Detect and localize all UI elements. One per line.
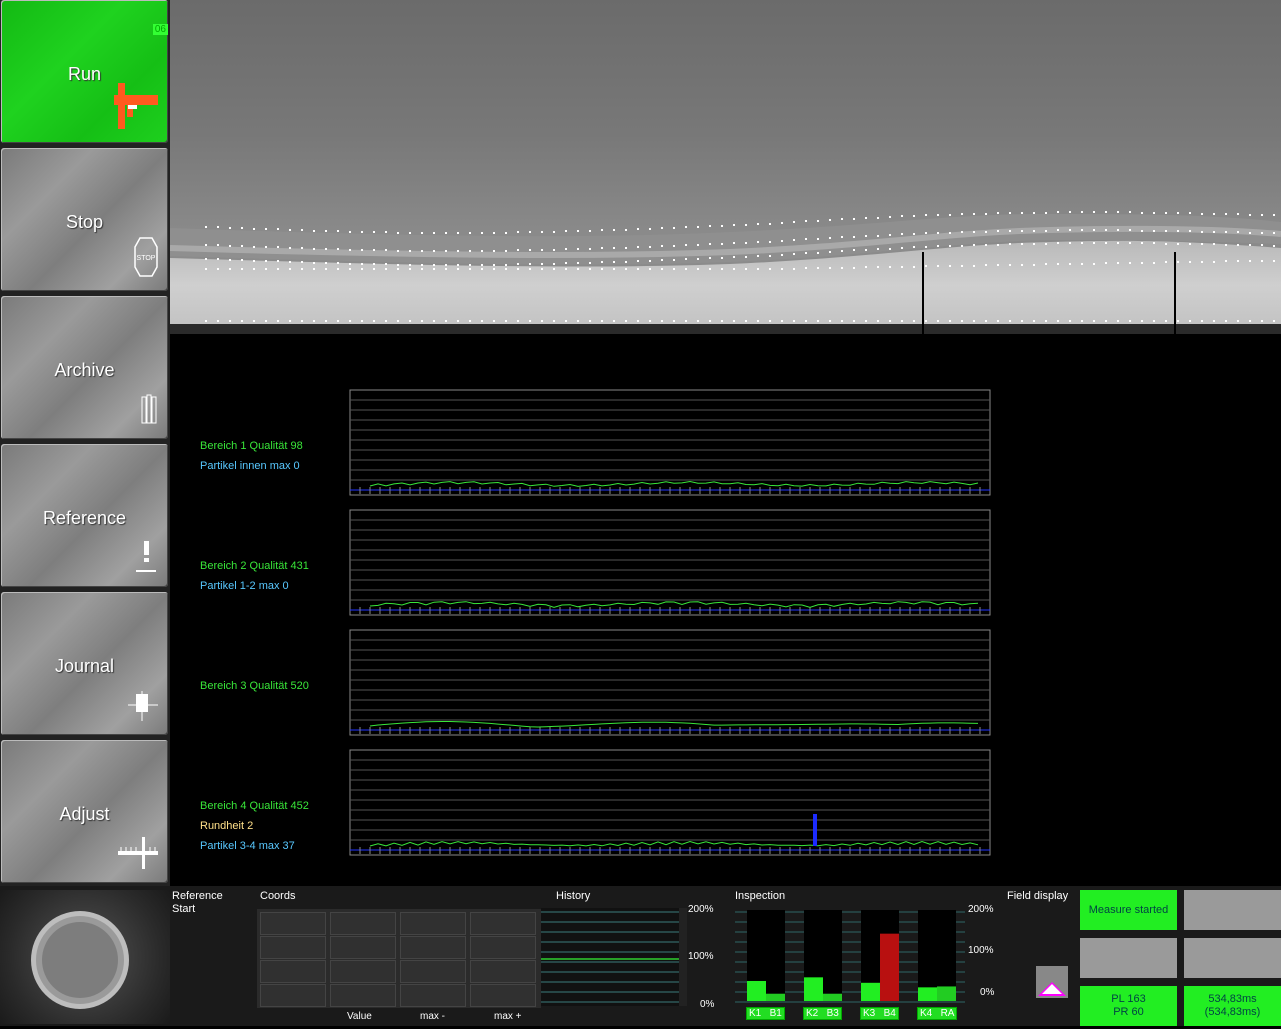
inspection-scale-0: 0%	[980, 987, 995, 998]
inspection-label-k1-b1: K1 B1	[746, 1007, 785, 1020]
cycle-time-status: 534,83ms (534,83ms)	[1184, 986, 1281, 1026]
coords-col-max-minus: max -	[420, 1011, 445, 1022]
coords-cell	[330, 912, 396, 935]
field-display-icon[interactable]	[1036, 966, 1068, 998]
coords-cell	[400, 960, 466, 983]
sidebar: 06 Run Stop STOP Archive Reference Journ…	[0, 0, 170, 886]
inspection-bar-b	[823, 993, 842, 1001]
status-slot-3	[1080, 938, 1177, 978]
inspection-scale-200: 200%	[968, 904, 994, 915]
coords-cell	[400, 912, 466, 935]
inspection-bar-k	[861, 982, 880, 1001]
history-scale-0: 0%	[700, 999, 715, 1010]
history-title: History	[556, 890, 591, 902]
archive-button[interactable]: Archive	[1, 296, 168, 439]
coords-col-max-plus: max +	[494, 1011, 522, 1022]
coords-cell	[470, 960, 536, 983]
journal-button[interactable]: Journal	[1, 592, 168, 735]
chart4-quality-label: Bereich 4 Qualität 452	[200, 800, 309, 812]
stop-button-label: Stop	[65, 212, 104, 232]
adjust-button-label: Adjust	[59, 804, 110, 824]
status-slot-2	[1184, 890, 1281, 930]
coords-cell	[260, 912, 326, 935]
ruler-icon	[118, 837, 158, 869]
history-scale-100: 100%	[688, 951, 714, 962]
coords-cell	[260, 984, 326, 1007]
chart3-quality-label: Bereich 3 Qualität 520	[200, 680, 309, 692]
inspection-label-k2-b3: K2 B3	[803, 1007, 842, 1020]
coords-cell	[470, 936, 536, 959]
coords-cell	[330, 984, 396, 1007]
exclamation-icon	[136, 541, 156, 572]
archive-icon	[141, 394, 157, 424]
inspection-label-k4-ra: K4 RA	[917, 1007, 958, 1020]
coords-cell	[260, 936, 326, 959]
inspection-title: Inspection	[735, 890, 786, 902]
adjust-button[interactable]: Adjust	[1, 740, 168, 883]
coords-cell	[330, 936, 396, 959]
coords-table	[257, 909, 541, 1008]
chart1-quality-label: Bereich 1 Qualität 98	[200, 440, 303, 452]
history-chart	[541, 908, 687, 1006]
reference-button[interactable]: Reference	[1, 444, 168, 587]
version-badge: 06	[152, 24, 168, 35]
reference-button-label: Reference	[42, 508, 127, 528]
inspection-bar-b	[766, 993, 785, 1001]
chart2-quality-label: Bereich 2 Qualität 431	[200, 560, 309, 572]
coords-cell	[400, 936, 466, 959]
journal-icon	[128, 691, 158, 721]
coords-cell	[400, 984, 466, 1007]
journal-button-label: Journal	[54, 656, 115, 676]
run-button-label: Run	[67, 64, 102, 84]
coords-col-value: Value	[347, 1011, 372, 1022]
coords-cell	[330, 960, 396, 983]
stop-sign-icon: STOP	[134, 237, 158, 277]
inspection-bar-k	[747, 980, 766, 1001]
coords-cell	[260, 960, 326, 983]
inspection-scale-100: 100%	[968, 945, 994, 956]
inspection-bar-k	[918, 987, 937, 1001]
status-slot-4	[1184, 938, 1281, 978]
measure-status: Measure started	[1080, 890, 1177, 930]
svg-text:STOP: STOP	[137, 255, 156, 262]
caliper-icon	[114, 83, 158, 129]
stop-button[interactable]: Stop STOP	[1, 148, 168, 291]
chart4-particle-label: Partikel 3-4 max 37	[200, 840, 295, 852]
reference-label-2: Start	[172, 903, 196, 915]
chart2-particle-label: Partikel 1-2 max 0	[200, 580, 289, 592]
reference-label-1: Reference	[172, 890, 223, 902]
archive-button-label: Archive	[54, 360, 115, 380]
run-button[interactable]: 06 Run	[1, 0, 168, 143]
pl-pr-status: PL 163 PR 60	[1080, 986, 1177, 1026]
inspection-bar-b	[937, 986, 956, 1001]
chart4-roundness-label: Rundheit 2	[200, 820, 254, 832]
inspection-chart	[735, 910, 965, 1003]
lens-preview	[0, 890, 170, 1024]
camera-image	[170, 0, 1281, 334]
coords-cell	[470, 912, 536, 935]
inspection-bar-b	[880, 933, 899, 1001]
inspection-bar-k	[804, 977, 823, 1001]
chart1-particle-label: Partikel innen max 0	[200, 460, 300, 472]
charts-panel: Bereich 1 Qualität 98 Partikel innen max…	[170, 334, 1281, 886]
inspection-label-k3-b4: K3 B4	[860, 1007, 899, 1020]
coords-title: Coords	[260, 890, 296, 902]
coords-cell	[470, 984, 536, 1007]
history-scale-200: 200%	[688, 904, 714, 915]
field-display-title: Field display	[1007, 890, 1069, 902]
